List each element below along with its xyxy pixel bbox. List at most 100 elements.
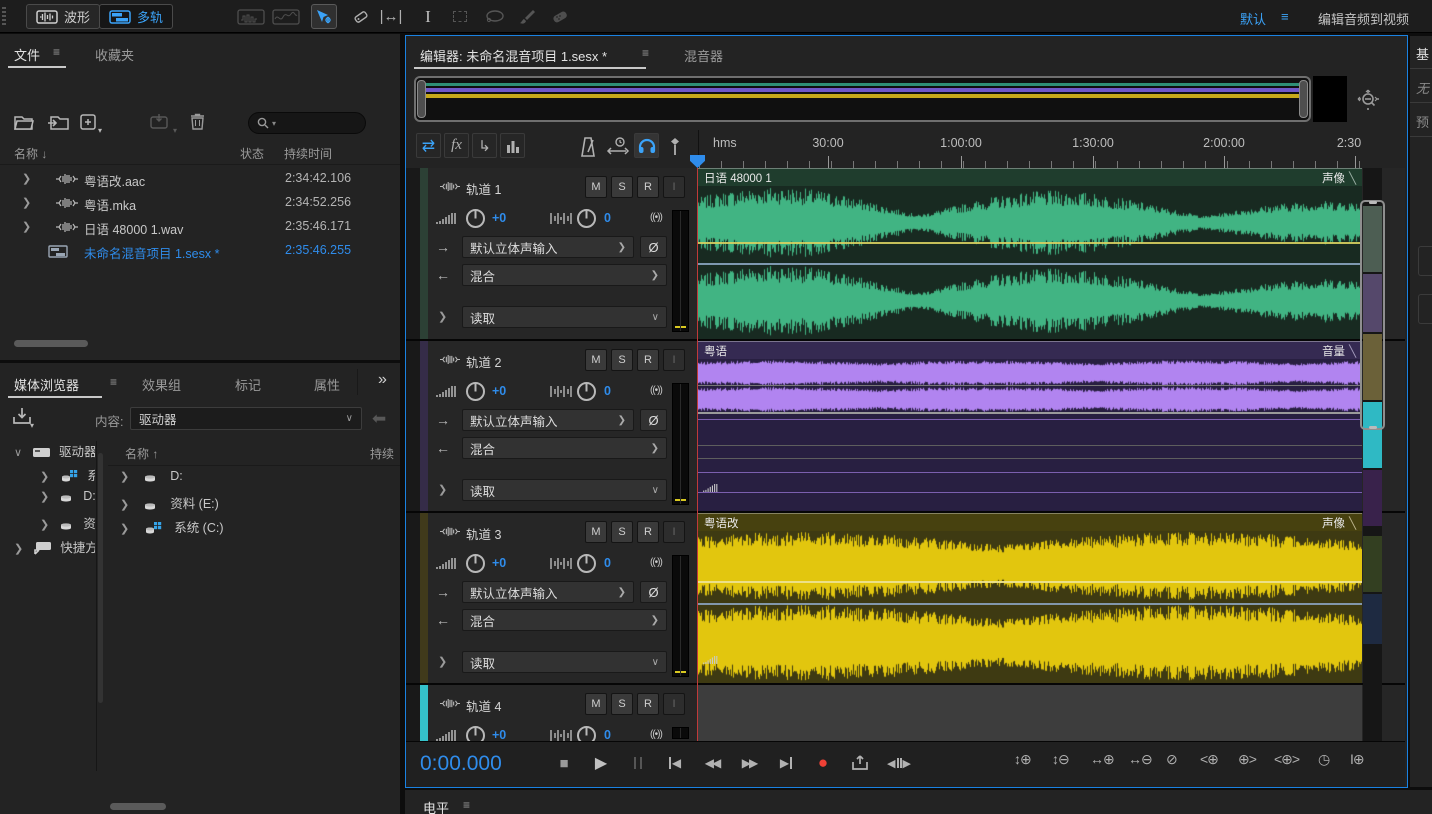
mute-button[interactable]: M	[585, 349, 607, 371]
clip-automation-badge[interactable]: 声像	[1322, 515, 1345, 531]
phase-invert-button[interactable]: Ø	[640, 409, 667, 431]
brush-tool-button[interactable]	[514, 4, 540, 29]
solo-in-place-headphones-icon[interactable]	[634, 133, 659, 158]
mute-button[interactable]: M	[585, 521, 607, 543]
track4-lane[interactable]	[698, 685, 1362, 741]
track-name[interactable]: 轨道 2	[466, 352, 501, 371]
playhead-line[interactable]	[697, 168, 698, 741]
rewind-button[interactable]: ◀◀	[699, 750, 725, 776]
more-tabs-chevron[interactable]: »	[378, 371, 387, 389]
spectral-pitch-view-icon[interactable]	[272, 9, 300, 25]
pan-knob[interactable]	[576, 381, 597, 402]
edit-audio-to-video-menu[interactable]: 编辑音频到视频	[1318, 9, 1409, 28]
pan-knob[interactable]	[576, 208, 597, 229]
tab-levels[interactable]: 电平	[423, 798, 449, 814]
pane-divider[interactable]	[96, 441, 97, 771]
input-select[interactable]: 默认立体声输入❯	[462, 581, 634, 603]
input-monitor-button[interactable]: I	[663, 521, 685, 543]
solo-button[interactable]: S	[611, 349, 633, 371]
solo-button[interactable]: S	[611, 521, 633, 543]
time-display[interactable]: 0:00.000	[420, 752, 502, 776]
eq-bars-icon[interactable]	[500, 133, 525, 158]
tab-files[interactable]: 文件	[14, 45, 40, 64]
output-select[interactable]: 混合❯	[462, 609, 667, 631]
stereo-routing-icon[interactable]: ⇄	[416, 133, 441, 158]
phase-invert-button[interactable]: Ø	[640, 236, 667, 258]
spot-healing-brush-button[interactable]	[546, 4, 572, 29]
input-monitor-button[interactable]: I	[663, 693, 685, 715]
mute-button[interactable]: M	[585, 693, 607, 715]
pan-value[interactable]: 0	[604, 556, 611, 570]
expand-chevron[interactable]: ❯	[120, 523, 129, 535]
levels-panel-menu-icon[interactable]: ≡	[463, 798, 470, 812]
sends-routing-icon[interactable]: ↳	[472, 133, 497, 158]
tab-editor[interactable]: 编辑器: 未命名混音项目 1.sesx *	[420, 46, 607, 65]
tab-mixer[interactable]: 混音器	[684, 46, 723, 65]
go-to-start-button[interactable]: ◀	[662, 750, 688, 776]
automation-line[interactable]	[698, 445, 1362, 446]
volume-envelope-line[interactable]	[698, 581, 1362, 583]
waveform-view-button[interactable]: 波形	[26, 4, 100, 29]
snap-icon[interactable]	[606, 136, 630, 158]
input-select[interactable]: 默认立体声输入❯	[462, 236, 634, 258]
file-row-selected[interactable]: 未命名混音项目 1.sesx *2:35:46.255	[0, 239, 398, 263]
sum-to-mono-icon[interactable]: ((•))	[650, 557, 662, 568]
zoom-reset-button[interactable]: ⊘	[1166, 751, 1177, 768]
media-col-duration[interactable]: 持续	[370, 445, 394, 462]
clip-automation-badge[interactable]: 声像	[1322, 170, 1345, 186]
files-col-duration[interactable]: 持续时间	[284, 145, 332, 162]
content-select[interactable]: 驱动器 ∨	[130, 407, 362, 430]
expand-chevron[interactable]: ❯	[120, 471, 129, 483]
time-selection-tool-button[interactable]: I	[415, 4, 441, 29]
tree-item-drive-e[interactable]: ❯ 资料 (E:)	[0, 513, 95, 537]
automation-mode-select[interactable]: 读取∨	[462, 651, 667, 673]
track-color-strip[interactable]	[420, 168, 428, 339]
slip-tool-button[interactable]: |↔|	[378, 4, 404, 29]
file-row[interactable]: ❯ 粤语改.aac2:34:42.106	[0, 167, 398, 191]
automation-mode-select[interactable]: 读取∨	[462, 306, 667, 328]
expand-chevron[interactable]: ❯	[40, 491, 49, 503]
zoom-in-vertical-button[interactable]: ↕⊕	[1014, 751, 1031, 768]
file-row[interactable]: ❯ 粤语.mka2:34:52.256	[0, 191, 398, 215]
timer-button[interactable]: ◷	[1318, 751, 1329, 768]
open-file-icon[interactable]	[14, 114, 36, 131]
new-item-icon[interactable]	[80, 114, 98, 131]
fast-forward-button[interactable]: ▶▶	[736, 750, 762, 776]
arm-record-button[interactable]: R	[637, 693, 659, 715]
automation-line[interactable]	[698, 492, 1362, 493]
file-row[interactable]: ❯ 日语 48000 1.wav2:35:46.171	[0, 215, 398, 239]
sum-to-mono-icon[interactable]: ((•))	[650, 385, 662, 396]
tab-properties[interactable]: 属性	[314, 375, 340, 394]
expand-chevron[interactable]: ❯	[40, 519, 49, 531]
volume-value[interactable]: +0	[492, 556, 506, 570]
import-file-icon[interactable]	[47, 114, 71, 131]
media-list-row[interactable]: ❯ 系统 (C:)	[108, 517, 400, 541]
tab-favorites[interactable]: 收藏夹	[95, 45, 134, 64]
new-item-dropdown-arrow[interactable]: ▾	[98, 126, 102, 135]
track-color-strip[interactable]	[420, 513, 428, 683]
loop-playback-button[interactable]	[847, 750, 873, 776]
marker-pin-icon[interactable]	[668, 137, 682, 157]
tab-markers[interactable]: 标记	[235, 375, 261, 394]
track-name[interactable]: 轨道 3	[466, 524, 501, 543]
essential-sound-tab[interactable]: 基	[1416, 44, 1432, 63]
volume-value[interactable]: +0	[492, 384, 506, 398]
pan-envelope-line[interactable]	[698, 603, 1362, 605]
zoom-out-horizontal-button[interactable]: ↔⊖	[1128, 751, 1152, 768]
media-hscrollbar[interactable]	[110, 803, 166, 810]
workspace-menu-icon[interactable]: ≡	[1281, 9, 1289, 24]
track-name[interactable]: 轨道 1	[466, 179, 501, 198]
automation-expand-chevron[interactable]: ❯	[438, 310, 447, 323]
phase-invert-button[interactable]: Ø	[640, 581, 667, 603]
marquee-selection-tool-button[interactable]	[447, 4, 473, 29]
import-dropdown-arrow[interactable]: ▾	[30, 421, 34, 430]
zoom-out-point-button[interactable]: ⊕>	[1238, 751, 1256, 768]
zoom-selection-button[interactable]: <⊕>	[1274, 751, 1299, 768]
solo-button[interactable]: S	[611, 176, 633, 198]
track-name[interactable]: 轨道 4	[466, 696, 501, 715]
go-to-end-button[interactable]: ▶	[773, 750, 799, 776]
zoom-full-button[interactable]: I⊕	[1350, 751, 1364, 768]
zoom-navigator[interactable]	[414, 76, 1311, 122]
navigator-right-handle[interactable]	[1299, 80, 1308, 118]
multitrack-view-button[interactable]: 多轨	[99, 4, 173, 29]
